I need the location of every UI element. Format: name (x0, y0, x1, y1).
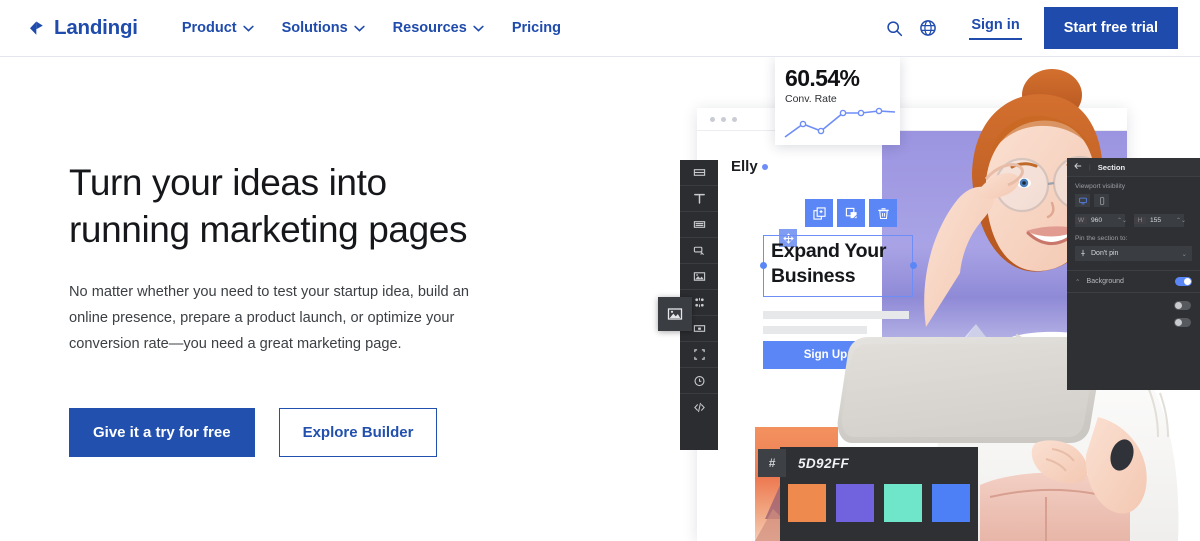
chevron-down-icon (242, 25, 254, 32)
search-icon[interactable] (877, 11, 911, 45)
nav-links: Product Solutions Resources Pricing (168, 14, 575, 42)
nav-item-label: Product (181, 20, 237, 36)
properties-panel: | Section Viewport visibility W 960 ⌃⌄ H… (1067, 158, 1200, 390)
extra-toggle-row (1067, 310, 1200, 327)
background-toggle[interactable] (1175, 277, 1192, 286)
back-arrow-icon[interactable] (1074, 162, 1082, 172)
hero-heading-line-2: running marketing pages (69, 208, 468, 250)
property-toggle[interactable] (1174, 318, 1191, 327)
conversion-rate-card: 60.54% Conv. Rate (775, 57, 900, 145)
hero-visual: Elly Expand Your Business Sign Up 60.54%… (650, 57, 1200, 541)
conversion-rate-value: 60.54% (785, 65, 860, 91)
color-swatch[interactable] (836, 484, 874, 522)
width-field[interactable]: W 960 ⌃⌄ (1075, 214, 1127, 227)
main-navbar: Landingi Product Solutions Resources Pri… (0, 0, 1200, 57)
duplicate-icon[interactable] (805, 199, 833, 227)
viewport-options (1075, 194, 1192, 207)
color-swatch[interactable] (932, 484, 970, 522)
height-value: 155 (1150, 217, 1162, 224)
button-icon[interactable] (680, 238, 718, 264)
section-icon[interactable] (680, 160, 718, 186)
chevron-down-icon: ⌄ (1181, 250, 1187, 258)
mobile-icon[interactable] (1094, 194, 1109, 207)
desktop-icon[interactable] (1075, 194, 1090, 207)
background-row[interactable]: ⌃ Background (1067, 270, 1200, 293)
frame-icon[interactable] (680, 342, 718, 368)
hero-content: Turn your ideas into running marketing p… (69, 160, 539, 458)
mock-site-logo: Elly (731, 158, 768, 175)
navbar-left: Landingi Product Solutions Resources Pri… (0, 14, 575, 42)
nav-item-label: Pricing (511, 20, 561, 36)
nav-item-label: Resources (392, 20, 467, 36)
extra-toggle-row (1067, 293, 1200, 310)
hex-color-value: 5D92FF (798, 455, 850, 471)
properties-panel-title: Section (1097, 162, 1126, 172)
viewport-visibility-section: Viewport visibility W 960 ⌃⌄ H 155 ⌃⌄ Pi… (1067, 177, 1200, 261)
resize-handle[interactable] (759, 262, 767, 269)
hex-color-input[interactable]: # 5D92FF (758, 449, 864, 477)
stepper-icon[interactable]: ⌃⌄ (1176, 217, 1186, 224)
nav-item-label: Solutions (281, 20, 348, 36)
hero-cta-group: Give it a try for free Explore Builder (69, 408, 539, 458)
pin-section-value: Don't pin (1091, 250, 1119, 257)
image-icon[interactable] (680, 264, 718, 290)
page-title: Turn your ideas into running marketing p… (69, 160, 539, 253)
background-label: Background (1086, 278, 1124, 285)
brand-name: Landingi (54, 16, 138, 39)
nav-item-solutions[interactable]: Solutions (268, 14, 379, 42)
hero-heading-line-1: Turn your ideas into (69, 162, 387, 203)
start-free-trial-button[interactable]: Start free trial (1043, 7, 1178, 49)
width-key: W (1075, 217, 1087, 224)
chevron-up-icon: ⌃ (1075, 278, 1081, 286)
text-icon[interactable] (680, 186, 718, 212)
window-dot-icon (732, 116, 737, 122)
timer-icon[interactable] (680, 368, 718, 394)
nav-item-product[interactable]: Product (168, 14, 268, 42)
window-dot-icon (721, 116, 726, 122)
box-icon[interactable] (680, 212, 718, 238)
pin-icon (1080, 249, 1086, 259)
give-it-a-try-button[interactable]: Give it a try for free (69, 408, 255, 458)
sign-in-link[interactable]: Sign in (969, 17, 1022, 40)
color-swatch[interactable] (788, 484, 826, 522)
height-key: H (1134, 217, 1146, 224)
pin-section-label: Pin the section to: (1075, 235, 1128, 242)
window-dot-icon (710, 116, 715, 122)
viewport-visibility-label: Viewport visibility (1075, 183, 1126, 190)
dimensions-row: W 960 ⌃⌄ H 155 ⌃⌄ (1075, 214, 1192, 227)
landingi-diamond-logo-icon (27, 19, 46, 38)
properties-panel-header: | Section (1067, 158, 1200, 177)
logo-dot-icon (761, 163, 768, 170)
mock-site-logo-text: Elly (731, 158, 758, 175)
hash-symbol: # (758, 449, 786, 477)
navbar-right: Sign in Start free trial (877, 7, 1200, 49)
image-icon[interactable] (658, 297, 692, 331)
stepper-icon[interactable]: ⌃⌄ (1117, 217, 1127, 224)
hero-paragraph: No matter whether you need to test your … (69, 284, 469, 353)
nav-item-pricing[interactable]: Pricing (498, 14, 575, 42)
conversion-rate-sparkline (784, 107, 896, 138)
explore-builder-button[interactable]: Explore Builder (278, 408, 438, 458)
pin-section-select[interactable]: Don't pin ⌄ (1075, 246, 1192, 261)
globe-icon[interactable] (911, 11, 945, 45)
width-value: 960 (1091, 217, 1103, 224)
chevron-down-icon (473, 25, 484, 32)
height-field[interactable]: H 155 ⌃⌄ (1134, 214, 1186, 227)
chevron-down-icon (353, 25, 365, 32)
property-toggle[interactable] (1174, 301, 1191, 310)
landing-page: Landingi Product Solutions Resources Pri… (0, 0, 1200, 541)
code-icon[interactable] (680, 394, 718, 420)
brand-logo[interactable]: Landingi (27, 16, 138, 40)
color-swatch[interactable] (884, 484, 922, 522)
nav-item-resources[interactable]: Resources (379, 14, 498, 42)
